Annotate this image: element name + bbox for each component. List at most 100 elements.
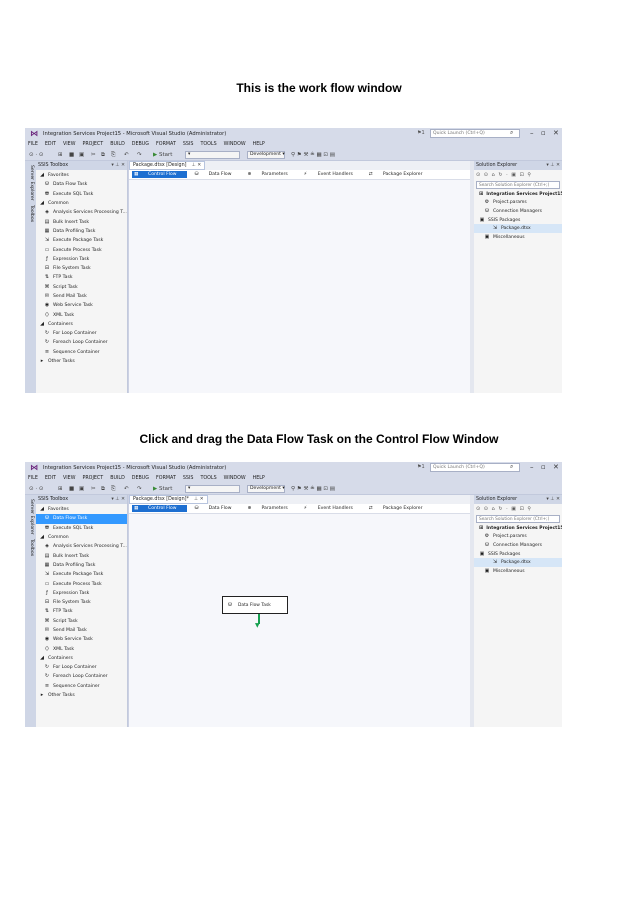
toolbox-group[interactable]: ◢ Common [36,533,127,542]
menu-edit[interactable]: EDIT [45,142,56,147]
solution-tree-item[interactable]: ⛁ Connection Managers [474,541,562,550]
pin-close-icon[interactable]: ▾ ⊥ ✕ [546,163,560,168]
toolbox-item[interactable]: ⇲ Execute Package Task [36,236,127,245]
tab-parameters[interactable]: ⊕ Parameters [247,172,295,177]
menu-edit[interactable]: EDIT [45,476,56,481]
redo-icon[interactable]: ↷ [137,486,142,492]
toolbox-item[interactable]: ▤ Bulk Insert Task [36,551,127,560]
copy-icon[interactable]: ⧉ [101,486,105,493]
toolbox-item[interactable]: ↻ For Loop Container [36,329,127,338]
toolbox-item[interactable]: ⇅ FTP Task [36,607,127,616]
toolbox-item[interactable]: ⇅ FTP Task [36,273,127,282]
solution-tree-item[interactable]: ⇲ Package.dtsx [474,558,562,567]
menu-tools[interactable]: TOOLS [200,476,216,481]
menu-file[interactable]: FILE [28,142,38,147]
notification-flag-icon[interactable]: ⚑1 [417,130,425,136]
solution-tree-item[interactable]: ⇲ Package.dtsx [474,224,562,233]
toolbox-item[interactable]: ✉ Send Mail Task [36,626,127,635]
menu-tools[interactable]: TOOLS [200,142,216,147]
undo-icon[interactable]: ↶ [124,486,129,492]
menu-project[interactable]: PROJECT [82,142,103,147]
document-tab[interactable]: Package.dtsx [Design]* ⊥ ✕ [129,495,208,504]
tab-package-explorer[interactable]: ⇄ Package Explorer [369,172,431,177]
toolbox-item[interactable]: ▦ Data Profiling Task [36,227,127,236]
redo-icon[interactable]: ↷ [137,152,142,158]
menu-window[interactable]: WINDOW [224,142,246,147]
toolbox-group[interactable]: ▸ Other Tasks [36,691,127,700]
restore-icon[interactable]: ▫ [541,129,546,137]
server-explorer-tab[interactable]: Server Explorer [29,499,34,535]
undo-icon[interactable]: ↶ [124,152,129,158]
toolbox-item[interactable]: ƒ Expression Task [36,589,127,598]
menu-debug[interactable]: DEBUG [132,142,149,147]
tab-event-handlers[interactable]: ⚡ Event Handlers [304,172,361,177]
save-icon[interactable]: ■ [69,152,74,158]
tab-parameters[interactable]: ⊕ Parameters [247,506,295,511]
cut-icon[interactable]: ✂ [91,152,96,158]
menu-build[interactable]: BUILD [110,476,125,481]
toolbox-group[interactable]: ◢ Favorites [36,171,127,180]
solution-platform-select[interactable]: ▾ [185,485,240,493]
menu-format[interactable]: FORMAT [156,476,176,481]
toolbox-item[interactable]: ▭ Execute Process Task [36,579,127,588]
solution-toolbar-icons[interactable]: ⊙ ⊙ ⌂ ↻ · ▣ ⊡ ⚲ [474,170,562,180]
tab-data-flow[interactable]: ⛁ Data Flow [195,506,240,511]
document-tab[interactable]: Package.dtsx [Design] ⊥ ✕ [129,161,206,170]
toolbar-tools-icon[interactable]: ⚲ ⚑ ⚒ ≗ ▦ ⊡ ▤ [291,152,335,158]
solution-tree-item[interactable]: ⊞ Integration Services Project15 [474,524,562,533]
back-forward-icon[interactable]: ⊙ · ⊙ [29,486,43,492]
cut-icon[interactable]: ✂ [91,486,96,492]
toolbox-item[interactable]: ƒ Expression Task [36,255,127,264]
toolbox-item[interactable]: ⛃ Execute SQL Task [36,524,127,533]
solution-tree-item[interactable]: ⊞ Integration Services Project15 [474,190,562,199]
toolbox-item[interactable]: ⇲ Execute Package Task [36,570,127,579]
tab-package-explorer[interactable]: ⇄ Package Explorer [369,506,431,511]
toolbox-item[interactable]: ⌘ Script Task [36,283,127,292]
close-icon[interactable]: ✕ [553,129,559,137]
toolbox-item[interactable]: ⊟ File System Task [36,598,127,607]
copy-icon[interactable]: ⧉ [101,152,105,159]
new-project-icon[interactable]: ⊞ [58,152,63,158]
tab-control-flow[interactable]: ▦ Control Flow [132,171,187,178]
save-all-icon[interactable]: ▣ [79,486,84,492]
start-button[interactable]: ▶ Start [153,152,172,158]
control-flow-canvas[interactable]: ⛁ Data Flow Task ▼ [129,514,470,727]
toolbox-item[interactable]: ⟨⟩ XML Task [36,310,127,319]
pin-close-icon[interactable]: ▾ ⊥ ✕ [111,163,125,168]
toolbox-item[interactable]: ◈ Analysis Services Processing T... [36,208,127,217]
solution-tree-item[interactable]: ▣ Miscellaneous [474,567,562,576]
menu-help[interactable]: HELP [253,476,265,481]
toolbox-item[interactable]: ↻ For Loop Container [36,663,127,672]
toolbox-group[interactable]: ◢ Containers [36,654,127,663]
menu-ssis[interactable]: SSIS [183,476,194,481]
toolbox-item[interactable]: ⟨⟩ XML Task [36,644,127,653]
toolbox-item[interactable]: ≡ Sequence Container [36,682,127,691]
toolbox-group[interactable]: ◢ Common [36,199,127,208]
solution-toolbar-icons[interactable]: ⊙ ⊙ ⌂ ↻ · ▣ ⊡ ⚲ [474,504,562,514]
configuration-select[interactable]: Development ▾ [247,485,285,493]
tab-data-flow[interactable]: ⛁ Data Flow [195,172,240,177]
save-icon[interactable]: ■ [69,486,74,492]
toolbox-item[interactable]: ↻ Foreach Loop Container [36,672,127,681]
toolbox-item[interactable]: ⛁ Data Flow Task [36,514,127,524]
minimize-icon[interactable]: – [530,463,534,471]
toolbox-item[interactable]: ▭ Execute Process Task [36,245,127,254]
solution-search-input[interactable]: Search Solution Explorer (Ctrl+;) [476,515,560,523]
toolbox-item[interactable]: ▦ Data Profiling Task [36,561,127,570]
toolbox-group[interactable]: ◢ Containers [36,320,127,329]
toolbox-item[interactable]: ⛁ Data Flow Task [36,180,127,189]
toolbox-tab[interactable]: Toolbox [29,539,34,556]
notification-flag-icon[interactable]: ⚑1 [417,464,425,470]
toolbox-item[interactable]: ⊟ File System Task [36,264,127,273]
toolbox-item[interactable]: ⌘ Script Task [36,617,127,626]
paste-icon[interactable]: ⎘ [111,486,115,493]
solution-tree-item[interactable]: ▣ SSIS Packages [474,550,562,559]
solution-platform-select[interactable]: ▾ [185,151,240,159]
toolbox-item[interactable]: ≡ Sequence Container [36,348,127,357]
tab-close-icon[interactable]: ⊥ ✕ [194,497,204,502]
solution-tree-item[interactable]: ▣ Miscellaneous [474,233,562,242]
solution-search-input[interactable]: Search Solution Explorer (Ctrl+;) [476,181,560,189]
quick-launch-input[interactable]: Quick Launch (Ctrl+Q) [430,129,520,138]
tab-control-flow[interactable]: ▦ Control Flow [132,505,187,512]
solution-tree-item[interactable]: ⛁ Connection Managers [474,207,562,216]
